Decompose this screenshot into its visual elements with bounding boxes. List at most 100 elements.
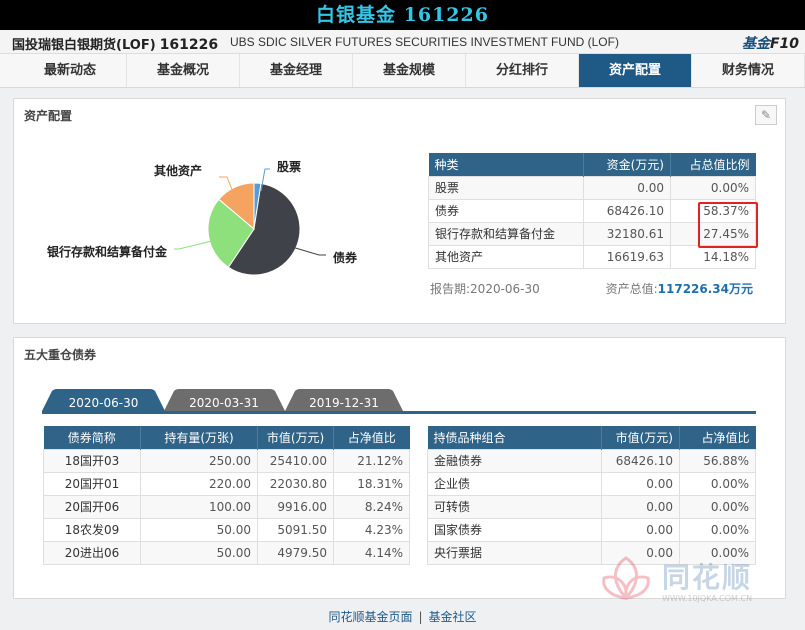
cell-amount: 0.00 [583, 175, 671, 200]
pie-label-bank: 银行存款和结算备付金 [47, 245, 168, 259]
col-header-bond-type: 持债品种组合 [427, 426, 602, 449]
tab-dividend[interactable]: 分红排行 [466, 54, 579, 87]
cell-market-value: 4979.50 [257, 540, 334, 565]
cell-ratio: 14.18% [670, 244, 756, 269]
footer-link-fund-page[interactable]: 同花顺基金页面 [328, 610, 412, 624]
cell-nav-ratio: 18.31% [333, 471, 410, 496]
watermark-flower-icon [602, 556, 650, 601]
cell-bond-type: 可转债 [427, 494, 602, 519]
cell-bond-name: 20进出06 [43, 540, 141, 565]
cell-bond-type: 金融债券 [427, 448, 602, 473]
col-header-amount: 资金(万元) [583, 153, 671, 176]
footer: 同花顺基金页面 | 基金社区 [0, 608, 805, 625]
pencil-icon: ✎ [760, 108, 772, 122]
col-header-ratio: 占总值比例 [670, 153, 756, 176]
cell-bond-name: 20国开06 [43, 494, 141, 519]
total-value: 117226.34万元 [657, 282, 753, 296]
cell-market-value: 9916.00 [257, 494, 334, 519]
cell-bond-type: 央行票据 [427, 540, 602, 565]
header-bar: 白银基金 161226 [0, 0, 805, 30]
table-row: 20进出06 50.00 4979.50 4.14% [43, 540, 410, 565]
footer-separator: | [418, 610, 423, 624]
fund-name: 国投瑞银白银期货(LOF) [12, 38, 156, 53]
fund-code: 161226 [159, 37, 219, 53]
table-row: 其他资产 16619.63 14.18% [428, 244, 756, 269]
cell-nav-ratio: 4.23% [333, 517, 410, 542]
cell-nav-ratio: 0.00% [679, 494, 756, 519]
cell-nav-ratio: 0.00% [679, 471, 756, 496]
col-header-market-value: 市值(万元) [257, 426, 334, 449]
cell-market-value: 22030.80 [257, 471, 334, 496]
asset-allocation-panel: 资产配置 ✎ 股票 其他资产 银行存款和结算备付金 债券 种类 资金(万元) 占… [13, 98, 786, 324]
cell-nav-ratio: 8.24% [333, 494, 410, 519]
footer-link-community[interactable]: 基金社区 [429, 610, 477, 624]
tab-finance[interactable]: 财务情况 [692, 54, 805, 87]
f10-logo[interactable]: 基金F10 [742, 33, 799, 53]
table-row: 金融债券 68426.10 56.88% [427, 448, 756, 473]
watermark-text: 同花顺 [662, 561, 753, 594]
cell-quantity: 100.00 [140, 494, 258, 519]
tab-overview[interactable]: 基金概况 [127, 54, 240, 87]
table-row: 20国开01 220.00 22030.80 18.31% [43, 471, 410, 496]
pie-leader-lines [174, 168, 326, 256]
highlight-box [698, 202, 758, 248]
cell-nav-ratio: 0.00% [679, 517, 756, 542]
col-header-nav-ratio: 占净值比 [333, 426, 410, 449]
cell-nav-ratio: 21.12% [333, 448, 410, 473]
tab-scale[interactable]: 基金规模 [353, 54, 466, 87]
cell-amount: 32180.61 [583, 221, 671, 246]
col-header-quantity: 持有量(万张) [140, 426, 258, 449]
cell-quantity: 50.00 [140, 540, 258, 565]
cell-bond-type: 国家债券 [427, 517, 602, 542]
cell-market-value: 25410.00 [257, 448, 334, 473]
table-row: 20国开06 100.00 9916.00 8.24% [43, 494, 410, 519]
fund-title-bar: 国投瑞银白银期货(LOF) 161226 UBS SDIC SILVER FUTU… [0, 30, 805, 54]
cell-amount: 16619.63 [583, 244, 671, 269]
cell-market-value: 68426.10 [601, 448, 680, 473]
cell-bond-name: 18国开03 [43, 448, 141, 473]
edit-button[interactable]: ✎ [755, 105, 777, 125]
pie-label-other: 其他资产 [154, 164, 203, 178]
cell-bond-name: 20国开01 [43, 471, 141, 496]
col-header-type: 种类 [428, 153, 584, 176]
cell-bond-name: 18农发09 [43, 517, 141, 542]
table-row: 18农发09 50.00 5091.50 4.23% [43, 517, 410, 542]
cell-type: 银行存款和结算备付金 [428, 221, 584, 246]
fund-name-block: 国投瑞银白银期货(LOF) 161226 [12, 34, 218, 53]
cell-type: 债券 [428, 198, 584, 223]
table-row: 股票 0.00 0.00% [428, 175, 756, 200]
tab-asset-allocation[interactable]: 资产配置 [579, 54, 692, 87]
watermark-logo: 同花顺 WWW.10JQKA.COM.CN [596, 552, 786, 608]
total-label: 资产总值: [605, 282, 658, 296]
watermark-url: WWW.10JQKA.COM.CN [662, 594, 753, 603]
cell-market-value: 0.00 [601, 471, 680, 496]
tab-manager[interactable]: 基金经理 [240, 54, 353, 87]
cell-nav-ratio: 56.88% [679, 448, 756, 473]
table-row: 18国开03 250.00 25410.00 21.12% [43, 448, 410, 473]
pie-label-stock: 股票 [277, 160, 302, 174]
main-nav: 最新动态 基金概况 基金经理 基金规模 分红排行 资产配置 财务情况 [0, 54, 805, 88]
report-date: 报告期:2020-06-30 [430, 282, 540, 296]
col-header-nav-ratio: 占净值比 [679, 426, 756, 449]
cell-ratio: 0.00% [670, 175, 756, 200]
bond-holdings-table: 债券简称 持有量(万张) 市值(万元) 占净值比 18国开03 250.00 2… [43, 426, 410, 565]
col-header-bond-name: 债券简称 [43, 426, 141, 449]
cell-market-value: 0.00 [601, 517, 680, 542]
page-title: 白银基金 161226 [316, 4, 489, 26]
cell-bond-type: 企业债 [427, 471, 602, 496]
date-tab-underline [42, 411, 756, 414]
table-row: 可转债 0.00 0.00% [427, 494, 756, 519]
cell-quantity: 250.00 [140, 448, 258, 473]
bond-type-table: 持债品种组合 市值(万元) 占净值比 金融债券 68426.10 56.88% … [427, 426, 756, 565]
tab-latest[interactable]: 最新动态 [14, 54, 127, 87]
total-assets: 资产总值:117226.34万元 [606, 280, 753, 297]
logo-text-a: 基金 [741, 36, 770, 52]
logo-text-b: F10 [769, 36, 799, 52]
cell-type: 其他资产 [428, 244, 584, 269]
cell-market-value: 5091.50 [257, 517, 334, 542]
cell-market-value: 0.00 [601, 494, 680, 519]
section-title: 五大重仓债券 [24, 348, 97, 362]
cell-type: 股票 [428, 175, 584, 200]
cell-amount: 68426.10 [583, 198, 671, 223]
cell-quantity: 220.00 [140, 471, 258, 496]
